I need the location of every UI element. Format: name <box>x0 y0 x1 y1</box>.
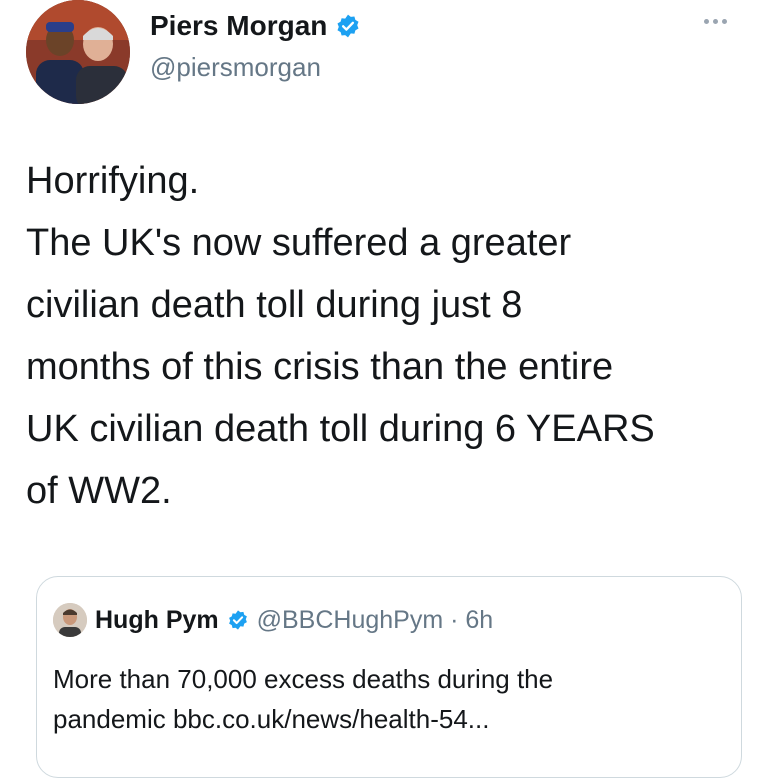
avatar-photo <box>26 0 130 104</box>
author-avatar[interactable] <box>26 0 130 104</box>
dot <box>722 18 727 24</box>
quoted-author-avatar[interactable] <box>53 603 87 637</box>
quoted-text-line: More than 70,000 excess deaths during th… <box>53 664 554 694</box>
dot <box>704 18 709 24</box>
quoted-tweet-header: Hugh Pym @BBCHughPym · 6h <box>53 603 493 637</box>
tweet-text-line: Horrifying. <box>26 160 200 202</box>
verified-badge-icon <box>335 13 361 39</box>
tweet-text-line: civilian death toll during just 8 <box>26 284 523 326</box>
tweet-text-line: months of this crisis than the entire <box>26 346 614 388</box>
tweet: Piers Morgan @piersmorgan Horrifying. Th… <box>0 0 759 778</box>
author-name-row: Piers Morgan <box>150 10 361 42</box>
quoted-tweet-card[interactable]: Hugh Pym @BBCHughPym · 6h More than 70,0… <box>36 576 742 778</box>
dot <box>713 18 718 24</box>
quoted-text-line[interactable]: pandemic bbc.co.uk/news/health-54... <box>53 699 733 739</box>
tweet-text-line: The UK's now suffered a greater <box>26 222 572 264</box>
quoted-tweet-text: More than 70,000 excess deaths during th… <box>53 659 733 739</box>
author-handle[interactable]: @piersmorgan <box>150 52 321 83</box>
quoted-avatar-photo <box>53 603 87 637</box>
quoted-author-handle-time[interactable]: @BBCHughPym · 6h <box>257 606 494 635</box>
tweet-text-line: UK civilian death toll during 6 YEARS <box>26 408 655 450</box>
verified-badge-icon <box>227 609 249 631</box>
quoted-author-name[interactable]: Hugh Pym <box>95 606 219 635</box>
more-horizontal-icon[interactable] <box>704 14 734 28</box>
tweet-text: Horrifying. The UK's now suffered a grea… <box>26 150 746 522</box>
tweet-text-line: of WW2. <box>26 470 172 512</box>
author-name[interactable]: Piers Morgan <box>150 10 327 42</box>
